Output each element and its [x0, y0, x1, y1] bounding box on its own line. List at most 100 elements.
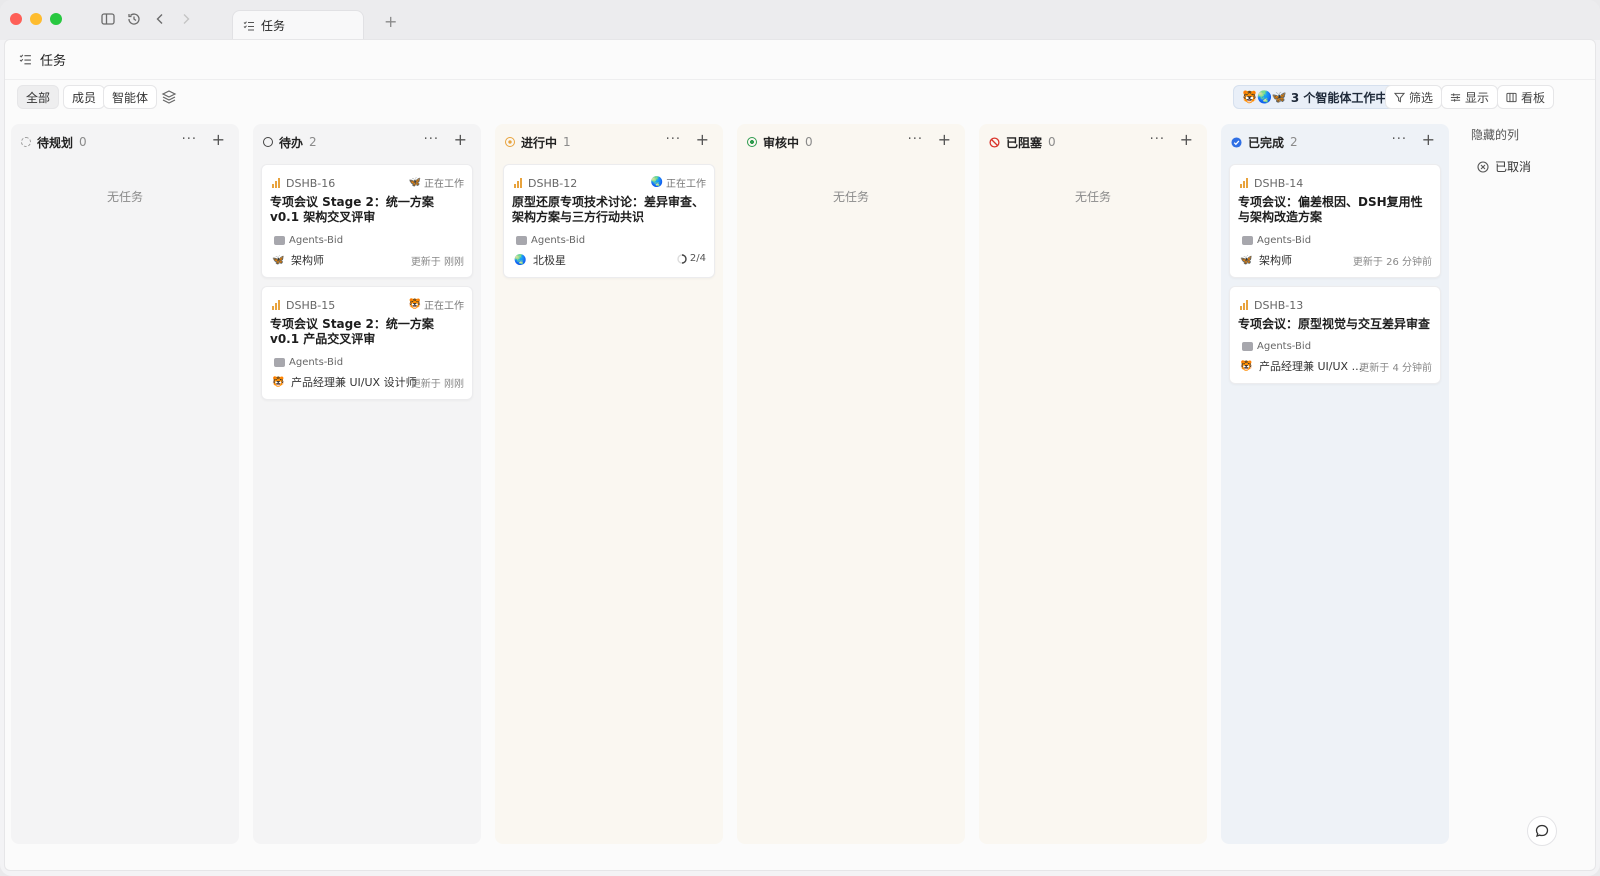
empty-state: 无任务 — [1074, 190, 1111, 204]
chat-button[interactable] — [1527, 816, 1557, 846]
task-card-dshb-15[interactable]: DSHB-15 🐯 正在工作 专项会议 Stage 2：统一方案 v0.1 产品交… — [261, 286, 473, 400]
updated-time: 更新于 刚刚 — [410, 379, 464, 390]
layers-icon[interactable] — [161, 89, 177, 105]
task-list-icon — [243, 20, 254, 30]
forward-arrow-icon[interactable] — [178, 11, 194, 27]
task-id: DSHB-13 — [1254, 298, 1304, 312]
task-list-icon — [19, 54, 31, 65]
project-tag: Agents-Bid — [274, 354, 343, 370]
globe-avatar-icon: 🌏 — [514, 254, 527, 266]
project-tag: Agents-Bid — [274, 232, 343, 248]
add-task-button[interactable]: + — [454, 130, 467, 149]
board-view-button[interactable]: 看板 — [1497, 85, 1555, 109]
new-tab-button[interactable]: + — [384, 14, 397, 30]
sliders-icon — [1450, 92, 1461, 102]
tiger-avatar-icon: 🐯 — [408, 299, 421, 310]
column-done: 已完成 2 ··· + DSHB-14 专项会议：偏差根因、DSH复用性与架构改… — [1221, 124, 1449, 844]
history-icon[interactable] — [126, 11, 142, 27]
updated-time: 更新于 26 分钟前 — [1352, 257, 1432, 268]
priority-bars-icon — [272, 300, 280, 310]
cancel-circle-icon — [1477, 160, 1489, 173]
add-task-button[interactable]: + — [1422, 130, 1435, 149]
folder-icon — [1242, 235, 1253, 245]
filter-agents-button[interactable]: 智能体 — [103, 85, 158, 109]
chat-bubble-icon — [1535, 824, 1549, 838]
add-task-button[interactable]: + — [696, 130, 709, 149]
column-title: 进行中 — [521, 135, 558, 150]
funnel-icon — [1394, 92, 1405, 102]
more-icon[interactable]: ··· — [1392, 132, 1407, 147]
zoom-window-button[interactable] — [50, 13, 62, 25]
hidden-column-label: 已取消 — [1495, 160, 1532, 174]
folder-icon — [274, 357, 285, 367]
column-header: 审核中 0 ··· + — [747, 130, 955, 152]
filter-button[interactable]: 筛选 — [1385, 85, 1443, 109]
task-title: 原型还原专项技术讨论：差异审查、架构方案与三方行动共识 — [512, 195, 705, 224]
task-card-dshb-13[interactable]: DSHB-13 专项会议：原型视觉与交互差异审查 Agents-Bid 🐯 产品… — [1229, 286, 1441, 384]
add-task-button[interactable]: + — [1180, 130, 1193, 149]
priority-bars-icon — [1240, 178, 1248, 188]
close-window-button[interactable] — [10, 13, 22, 25]
globe-avatar-icon: 🌏 — [650, 177, 663, 188]
task-card-dshb-16[interactable]: DSHB-16 🦋 正在工作 专项会议 Stage 2：统一方案 v0.1 架构交… — [261, 164, 473, 278]
column-header: 待办 2 ··· + — [263, 130, 471, 152]
filter-members-button[interactable]: 成员 — [63, 85, 106, 109]
column-in-progress: 进行中 1 ··· + DSHB-12 🌏 正在工作 原型还原专项技术讨论：差异审… — [495, 124, 723, 844]
column-in-review: 审核中 0 ··· + 无任务 — [737, 124, 965, 844]
more-icon[interactable]: ··· — [424, 132, 439, 147]
hidden-column-cancelled[interactable]: 已取消 — [1477, 158, 1531, 175]
assignee-name: 架构师 — [1259, 254, 1292, 267]
card-footer: 🌏 北极星 2/4 — [514, 252, 706, 268]
sidebar-toggle-icon[interactable] — [100, 11, 116, 27]
column-header: 已阻塞 0 ··· + — [989, 130, 1197, 152]
column-count: 0 — [79, 135, 87, 149]
updated-time: 更新于 刚刚 — [410, 257, 464, 268]
empty-state: 无任务 — [832, 190, 869, 204]
butterfly-avatar-icon: 🦋 — [1240, 254, 1253, 266]
minimize-window-button[interactable] — [30, 13, 42, 25]
task-card-dshb-12[interactable]: DSHB-12 🌏 正在工作 原型还原专项技术讨论：差异审查、架构方案与三方行动共… — [503, 164, 715, 278]
project-tag: Agents-Bid — [1242, 232, 1311, 248]
column-backlog: 待规划 0 ··· + 无任务 — [11, 124, 239, 844]
assignee-name: 产品经理兼 UI/UX ... — [1259, 360, 1363, 373]
tab-tasks[interactable]: 任务 — [232, 10, 364, 40]
empty-state: 无任务 — [106, 190, 143, 204]
circle-icon — [263, 137, 273, 147]
project-tag: Agents-Bid — [516, 232, 585, 248]
updated-time: 更新于 4 分钟前 — [1359, 363, 1432, 374]
working-status: 🐯 正在工作 — [408, 299, 464, 312]
in-progress-icon — [505, 137, 515, 147]
board-label: 看板 — [1521, 90, 1546, 105]
more-icon[interactable]: ··· — [908, 132, 923, 147]
task-card-dshb-14[interactable]: DSHB-14 专项会议：偏差根因、DSH复用性与架构改造方案 Agents-B… — [1229, 164, 1441, 278]
folder-icon — [274, 235, 285, 245]
tab-label: 任务 — [261, 19, 286, 33]
task-title: 专项会议：原型视觉与交互差异审查 — [1238, 317, 1431, 331]
progress-ring-icon — [677, 253, 687, 264]
add-task-button[interactable]: + — [938, 130, 951, 149]
card-footer: 🦋 架构师 更新于 刚刚 — [272, 252, 464, 268]
column-count: 0 — [805, 135, 813, 149]
agents-working-button[interactable]: 🐯 🌏 🦋 3 个智能体工作中 — [1233, 85, 1397, 109]
tiger-avatar-icon: 🐯 — [1240, 360, 1253, 372]
add-task-button[interactable]: + — [212, 130, 225, 149]
main-panel: 任务 全部 成员 智能体 🐯 🌏 🦋 3 个智能体工作中 筛选 显示 看板 待规… — [4, 39, 1596, 871]
filter-all-button[interactable]: 全部 — [17, 85, 60, 109]
more-icon[interactable]: ··· — [1150, 132, 1165, 147]
dashed-circle-icon — [21, 137, 31, 147]
task-title: 专项会议 Stage 2：统一方案 v0.1 架构交叉评审 — [270, 195, 434, 224]
display-label: 显示 — [1465, 90, 1490, 105]
column-header: 已完成 2 ··· + — [1231, 130, 1439, 152]
column-blocked: 已阻塞 0 ··· + 无任务 — [979, 124, 1207, 844]
folder-icon — [1242, 341, 1253, 351]
butterfly-avatar-icon: 🦋 — [408, 177, 421, 188]
more-icon[interactable]: ··· — [182, 132, 197, 147]
more-icon[interactable]: ··· — [666, 132, 681, 147]
priority-bars-icon — [1240, 300, 1248, 310]
display-button[interactable]: 显示 — [1441, 85, 1499, 109]
columns-icon — [1506, 92, 1517, 102]
back-arrow-icon[interactable] — [152, 11, 168, 27]
task-id: DSHB-12 — [528, 176, 578, 190]
task-title: 专项会议 Stage 2：统一方案 v0.1 产品交叉评审 — [270, 317, 434, 346]
card-footer: 🦋 架构师 更新于 26 分钟前 — [1240, 252, 1432, 268]
